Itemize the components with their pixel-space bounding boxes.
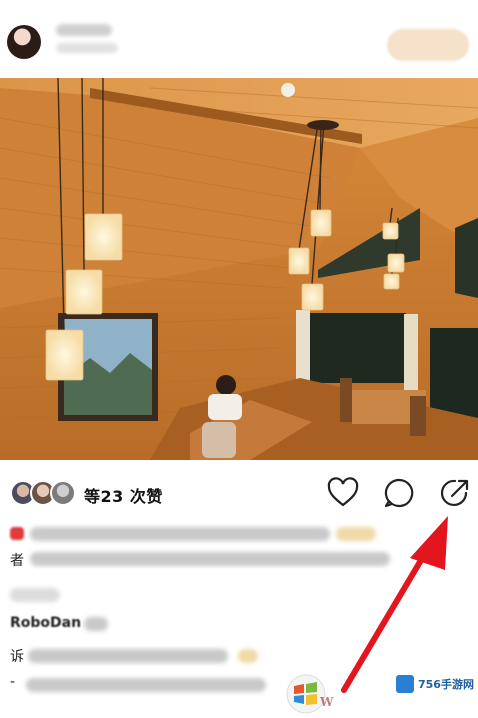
likes-bar: 等23 次赞 [0, 474, 478, 514]
reply-line-1 [28, 649, 228, 663]
reply-line-2-start: - [10, 674, 16, 690]
reply-line-1b [238, 649, 258, 663]
caption-line-3 [10, 588, 60, 602]
author-avatar[interactable] [7, 25, 41, 59]
post-header [0, 0, 478, 78]
heart-icon[interactable] [326, 476, 360, 510]
follow-button[interactable] [387, 29, 469, 61]
share-icon[interactable] [438, 476, 472, 510]
caption-line-2-start: 者 [10, 553, 24, 569]
likes-count-text[interactable]: 等23 次赞 [84, 483, 163, 507]
watermark-logo-icon [396, 675, 414, 693]
caption-line-1b [336, 527, 376, 541]
windows-logo-icon: W [286, 674, 334, 714]
caption-line-2 [30, 552, 390, 566]
reply-handle-suffix [84, 617, 108, 631]
heart-emoji-icon [10, 527, 24, 540]
interior-scene [0, 78, 478, 460]
svg-text:W: W [319, 695, 334, 709]
author-subtitle-blurred [56, 43, 118, 53]
reply-line-2 [26, 678, 266, 692]
post-photo[interactable] [0, 78, 478, 460]
liker-avatar-3[interactable] [50, 480, 76, 506]
reply-handle[interactable]: RoboDan [10, 615, 81, 631]
site-watermark: 756手游网 [392, 672, 476, 700]
author-name-blurred[interactable] [56, 24, 112, 36]
caption-line-1 [30, 527, 330, 541]
watermark-text: 756手游网 [418, 678, 474, 691]
comment-icon[interactable] [382, 476, 416, 510]
reply-prefix: 诉 [10, 649, 24, 665]
